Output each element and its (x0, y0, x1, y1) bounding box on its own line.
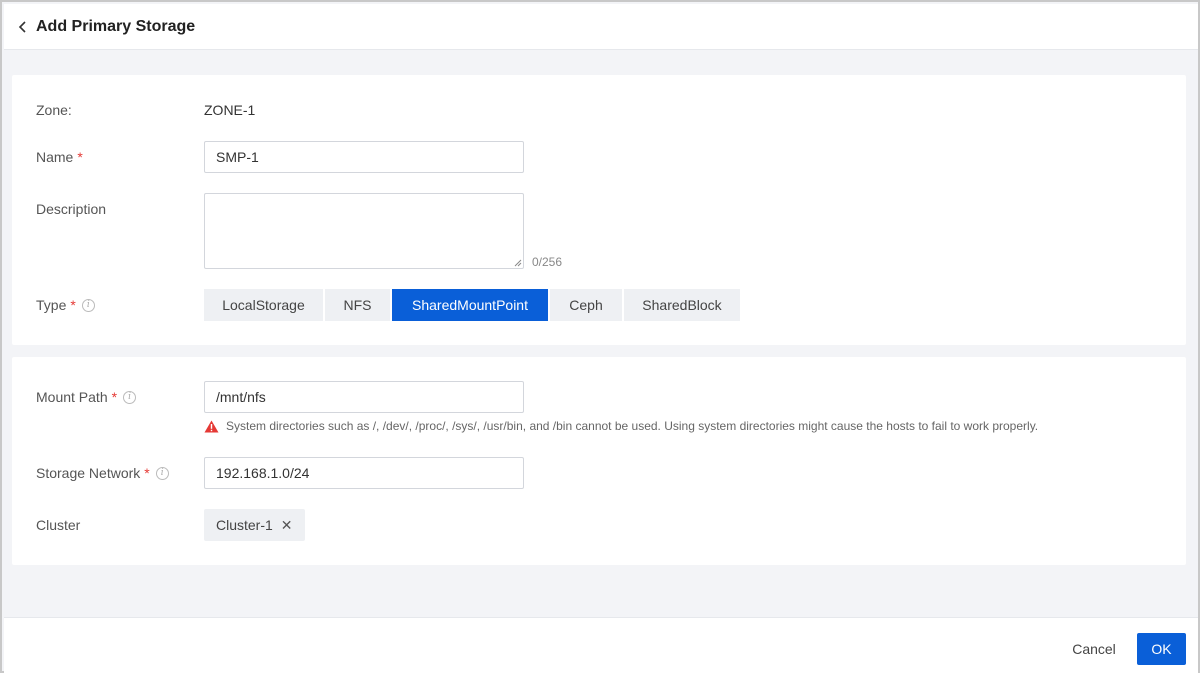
cluster-tag-label: Cluster-1 (216, 517, 273, 533)
required-mark: * (144, 465, 150, 481)
storage-network-label-text: Storage Network (36, 465, 141, 481)
required-mark: * (111, 389, 118, 405)
required-mark: * (77, 149, 83, 165)
ok-button[interactable]: OK (1137, 633, 1186, 665)
chevron-left-icon[interactable] (16, 20, 30, 34)
required-mark: * (70, 297, 76, 313)
storage-network-value: 192.168.1.0/24 (216, 465, 310, 481)
name-label-text: Name (36, 149, 74, 165)
storage-config-section: Mount Path * i /mnt/nfs System directori… (12, 357, 1186, 565)
type-label-text: Type (36, 297, 67, 313)
page-header: Add Primary Storage (4, 4, 1198, 50)
cluster-tag: Cluster-1 ✕ (204, 509, 305, 541)
dialog-frame: Add Primary Storage Zone: ZONE-1 Name * … (0, 0, 1200, 673)
warning-icon (204, 420, 219, 432)
mount-path-value: /mnt/nfs (216, 389, 266, 405)
mount-path-input[interactable]: /mnt/nfs (204, 381, 524, 413)
mount-path-label-text: Mount Path (36, 389, 108, 405)
cancel-button[interactable]: Cancel (1064, 633, 1124, 665)
page-title: Add Primary Storage (36, 17, 196, 35)
mount-path-warning: System directories such as /, /dev/, /pr… (204, 419, 1038, 433)
zone-value: ZONE-1 (204, 102, 256, 118)
type-option-ceph[interactable]: Ceph (550, 289, 622, 321)
type-label: Type * i (36, 297, 95, 313)
info-icon[interactable]: i (81, 298, 95, 312)
storage-network-input[interactable]: 192.168.1.0/24 (204, 457, 524, 489)
storage-network-label: Storage Network * i (36, 465, 169, 481)
type-option-localstorage[interactable]: LocalStorage (204, 289, 323, 321)
warning-text: System directories such as /, /dev/, /pr… (226, 419, 1039, 433)
description-textarea[interactable] (204, 193, 524, 269)
close-icon[interactable]: ✕ (281, 517, 293, 534)
type-option-sharedmountpoint[interactable]: SharedMountPoint (392, 289, 548, 321)
type-option-nfs[interactable]: NFS (325, 289, 390, 321)
description-counter: 0/256 (532, 255, 563, 269)
type-option-sharedblock[interactable]: SharedBlock (624, 289, 740, 321)
resize-grip-icon[interactable] (514, 259, 522, 267)
basic-info-section: Zone: ZONE-1 Name * SMP-1 Description 0/… (12, 75, 1186, 345)
name-input-value: SMP-1 (216, 149, 259, 165)
name-input[interactable]: SMP-1 (204, 141, 524, 173)
dialog-footer: Cancel OK (4, 617, 1198, 673)
zone-label: Zone: (36, 102, 72, 118)
cluster-label: Cluster (36, 517, 81, 533)
info-icon[interactable]: i (155, 466, 169, 480)
description-label: Description (36, 201, 107, 217)
type-selector: LocalStorage NFS SharedMountPoint Ceph S… (204, 289, 740, 321)
mount-path-label: Mount Path * i (36, 389, 137, 405)
name-label: Name * (36, 149, 83, 165)
info-icon[interactable]: i (123, 390, 137, 404)
